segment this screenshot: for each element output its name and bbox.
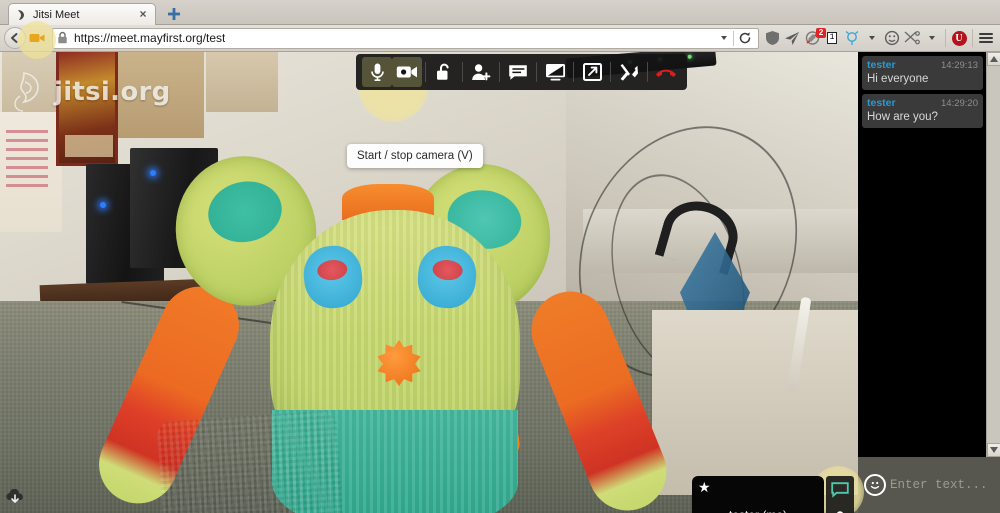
chat-input-container	[858, 457, 1000, 513]
toolbar-button-invite[interactable]	[466, 57, 496, 87]
chat-message: tester 14:29:13 Hi everyone	[862, 56, 983, 90]
person-icon	[836, 510, 844, 513]
toolbar-button-lock-room[interactable]	[429, 57, 459, 87]
tab-strip: Jitsi Meet ×	[0, 0, 1000, 25]
back-arrow-icon	[11, 33, 18, 43]
tab-close-button[interactable]: ×	[136, 7, 150, 22]
chat-scrollbar[interactable]	[986, 52, 1000, 457]
chat-panel: tester 14:29:13 Hi everyone tester 14:29…	[858, 52, 1000, 513]
triangle-down-icon	[990, 447, 998, 453]
triangle-up-icon	[990, 56, 998, 62]
smiley-icon[interactable]	[882, 27, 902, 49]
address-bar[interactable]: https://meet.mayfirst.org/test	[52, 27, 759, 49]
monitor-icon	[545, 64, 565, 81]
counter-icon[interactable]: 1	[822, 27, 842, 49]
scrollbar-down-button[interactable]	[987, 443, 1000, 457]
navigation-toolbar: https://meet.mayfirst.org/test 2 1 U	[0, 21, 1000, 59]
conference-stage: ope-lliY jitsi.org	[0, 52, 1000, 513]
shield-icon[interactable]	[762, 27, 782, 49]
address-bar-url: https://meet.mayfirst.org/test	[74, 31, 226, 45]
chat-message-list: tester 14:29:13 Hi everyone tester 14:29…	[858, 52, 986, 457]
toolbar-button-settings[interactable]	[614, 57, 644, 87]
toolbar-button-mute-audio[interactable]	[362, 57, 392, 87]
send-icon[interactable]	[782, 27, 802, 49]
plus-icon	[168, 8, 180, 20]
local-display-name: tester (me)	[692, 508, 824, 513]
padlock-icon	[57, 31, 69, 45]
toolbar-button-chat[interactable]	[503, 57, 533, 87]
noscript-icon[interactable]: 2	[802, 27, 826, 49]
hangup-phone-icon	[656, 69, 676, 77]
camera-permission-icon[interactable]	[18, 21, 56, 59]
ublock-icon[interactable]: U	[949, 27, 969, 49]
counter-value: 1	[826, 32, 838, 44]
scrollbar-up-button[interactable]	[987, 52, 1000, 66]
chat-message-text: How are you?	[867, 111, 938, 123]
jitsi-meet-browser-window: Jitsi Meet × https://meet.mayfirst.org/t…	[0, 0, 1000, 513]
star-icon: ★	[698, 479, 711, 495]
side-toolbar-button-contacts[interactable]	[826, 504, 854, 513]
unlocked-padlock-icon	[437, 63, 449, 80]
chat-message-time: 14:29:13	[941, 60, 978, 71]
chat-message-time: 14:29:20	[941, 98, 978, 109]
tools-icon	[620, 63, 638, 81]
remote-video-large[interactable]: ope-lliY jitsi.org	[0, 52, 858, 513]
side-toolbar-button-chat[interactable]	[826, 476, 854, 504]
smiley-icon[interactable]	[864, 474, 886, 496]
ghostery-icon[interactable]	[842, 27, 862, 49]
back-button[interactable]	[4, 27, 26, 49]
jitsi-favicon-icon	[14, 8, 28, 22]
toolbar-button-hangup[interactable]	[651, 57, 681, 87]
toolbar-button-mute-video[interactable]	[392, 57, 422, 87]
download-icon[interactable]	[6, 488, 24, 507]
ghostery-dropdown-button[interactable]	[862, 27, 882, 49]
extension-icons: 2 1 U	[762, 27, 996, 49]
toolbar-button-share-screen[interactable]	[540, 57, 570, 87]
toolbar-button-fullscreen[interactable]	[577, 57, 607, 87]
chat-message-text: Hi everyone	[867, 73, 929, 85]
reload-button[interactable]	[736, 29, 754, 47]
tab-title: Jitsi Meet	[33, 8, 80, 21]
chat-message-author: tester	[867, 59, 896, 71]
webcam-scene: ope-lliY	[0, 52, 858, 513]
toolbar-tooltip: Start / stop camera (V)	[347, 144, 483, 168]
reload-icon	[739, 32, 751, 44]
filmstrip-side-toolbar	[826, 476, 854, 513]
address-bar-dropdown-button[interactable]	[717, 30, 731, 46]
add-person-icon	[472, 63, 491, 80]
fullscreen-arrows-icon	[582, 63, 602, 81]
scissors-icon[interactable]	[902, 27, 922, 49]
ublock-letter: U	[951, 30, 967, 46]
chat-bubble-icon	[509, 64, 527, 80]
chat-message: tester 14:29:20 How are you?	[862, 94, 983, 128]
new-tab-button[interactable]	[164, 4, 184, 24]
microphone-icon	[370, 63, 384, 81]
chat-message-author: tester	[867, 97, 896, 109]
camera-icon	[396, 66, 417, 78]
conference-toolbar	[356, 54, 687, 90]
browser-chrome: Jitsi Meet × https://meet.mayfirst.org/t…	[0, 0, 1000, 59]
local-video-thumbnail[interactable]: ★ tester (me)	[692, 476, 824, 513]
chat-input[interactable]	[890, 478, 1000, 492]
chat-bubble-icon	[831, 482, 849, 498]
browser-tab-jitsi-meet[interactable]: Jitsi Meet ×	[8, 3, 156, 25]
scissors-dropdown-button[interactable]	[922, 27, 942, 49]
hamburger-menu-icon[interactable]	[976, 27, 996, 49]
